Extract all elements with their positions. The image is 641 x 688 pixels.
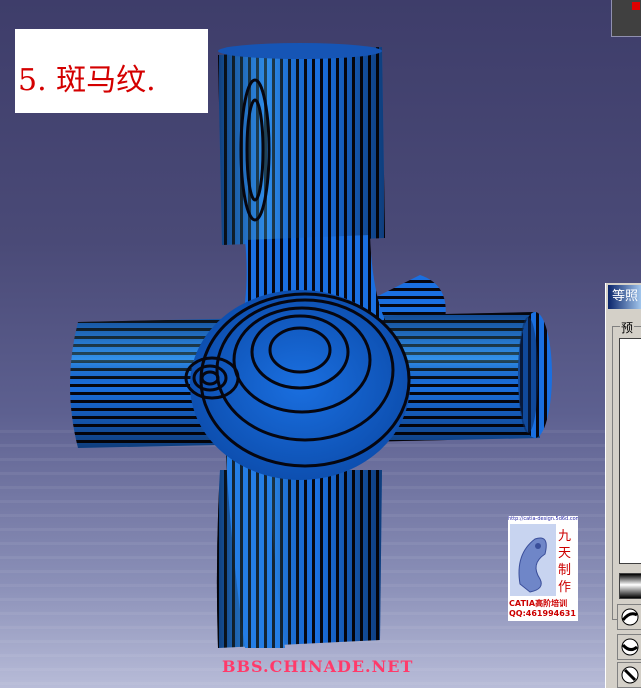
watermark-char-2: 天 <box>558 546 572 561</box>
group-label: 预 <box>620 319 635 336</box>
dragon-logo-icon <box>510 524 556 596</box>
lower-pipes <box>216 455 382 648</box>
watermark-url: http://catia-design.5d6d.com <box>508 516 578 522</box>
sphere-view-button-3[interactable] <box>617 662 641 688</box>
watermark-catia: CATIA高阶培训 <box>509 599 568 608</box>
watermark-badge: http://catia-design.5d6d.com 九 天 制 作 CAT… <box>508 516 578 621</box>
gradient-preview-bar <box>619 573 641 599</box>
footer-site-url: BBS.CHINADE.NET <box>222 657 414 676</box>
watermark-qq: QQ:461994631 <box>509 609 576 618</box>
preview-area <box>619 338 641 564</box>
dialog-title: 等照 <box>608 285 641 309</box>
sphere-view-icon <box>621 608 639 626</box>
watermark-char-4: 作 <box>558 580 572 595</box>
compass-widget[interactable] <box>611 0 641 37</box>
junction-core <box>184 290 411 480</box>
compass-marker-icon <box>632 2 640 10</box>
3d-viewport[interactable]: 5. 斑马纹. http://catia-design.5d6d.com 九 天… <box>0 0 641 688</box>
sphere-view-icon-3 <box>621 666 639 684</box>
upper-cylinder <box>218 43 385 245</box>
sphere-view-icon-2 <box>621 638 639 656</box>
sphere-view-button-1[interactable] <box>617 604 641 630</box>
sphere-view-button-2[interactable] <box>617 634 641 660</box>
watermark-char-1: 九 <box>558 529 572 544</box>
watermark-char-3: 制 <box>558 563 572 578</box>
